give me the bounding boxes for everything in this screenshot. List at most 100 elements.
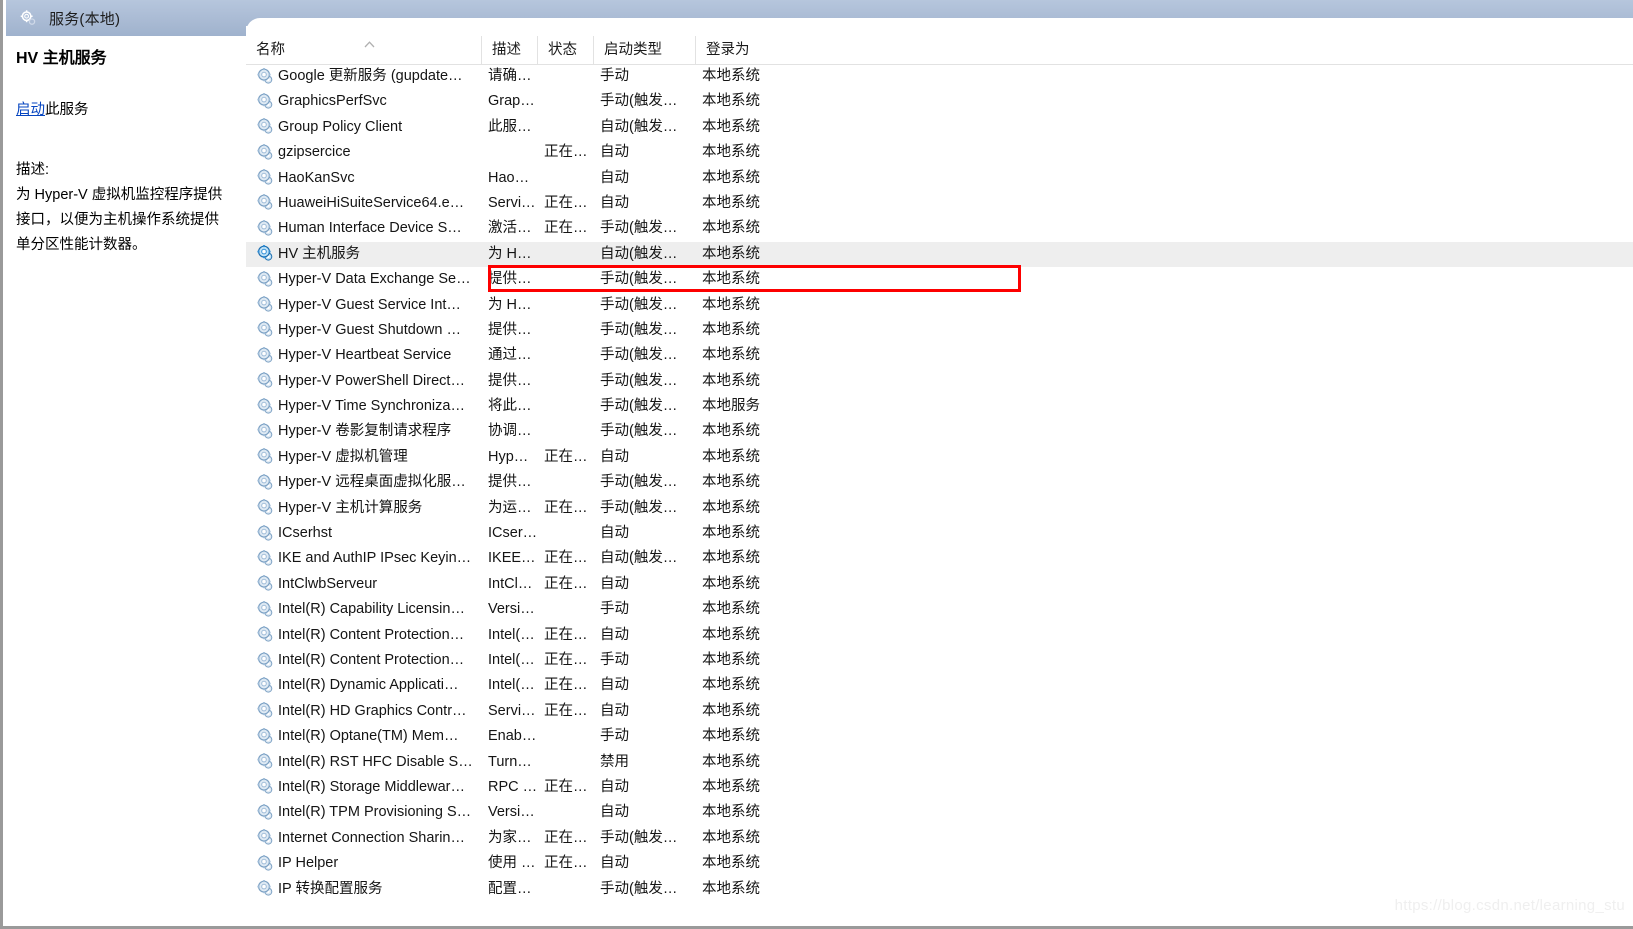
- services-list-pane: 名称 描述 状态 启动类型 登录为 Google 更新服务 (gupdate… 请…: [246, 26, 1633, 926]
- cell-service-name: Hyper-V Guest Shutdown …: [246, 318, 481, 343]
- cell-startup-type: 手动: [600, 601, 629, 618]
- table-row[interactable]: Intel(R) RST HFC Disable S… Turn… 禁用 本地系统: [246, 750, 1633, 775]
- cell-startup-type: 自动(触发…: [600, 550, 678, 567]
- cell-startup-type: 手动: [600, 651, 629, 668]
- cell-startup-type: 手动(触发…: [600, 423, 678, 440]
- table-row[interactable]: Intel(R) Storage Middlewar… RPC … 正在… 自动 本地系…: [246, 775, 1633, 800]
- cell-logon-as: 本地系统: [702, 347, 760, 364]
- table-row[interactable]: Intel(R) Capability Licensin… Versi… 手动 本地系…: [246, 597, 1633, 622]
- table-row[interactable]: Hyper-V Heartbeat Service 通过… 手动(触发… 本地系统: [246, 343, 1633, 368]
- cell-service-name: Intel(R) RST HFC Disable S…: [246, 750, 481, 775]
- table-row[interactable]: Hyper-V Time Synchroniza… 将此… 手动(触发… 本地服务: [246, 394, 1633, 419]
- table-row[interactable]: Hyper-V Guest Service Int… 为 H… 手动(触发… 本地系统: [246, 293, 1633, 318]
- cell-description: 提供…: [488, 474, 532, 491]
- table-row[interactable]: ICserhst ICser… 自动 本地系统: [246, 521, 1633, 546]
- table-row[interactable]: Hyper-V PowerShell Direct… 提供… 手动(触发… 本地系统: [246, 369, 1633, 394]
- table-row[interactable]: GraphicsPerfSvc Grap… 手动(触发… 本地系统: [246, 89, 1633, 114]
- start-service-link[interactable]: 启动: [16, 102, 45, 118]
- cell-logon-as: 本地系统: [702, 245, 760, 262]
- cell-startup-type: 手动(触发…: [600, 880, 678, 897]
- table-row[interactable]: IP Helper 使用 … 正在… 自动 本地系统: [246, 851, 1633, 876]
- table-row[interactable]: HV 主机服务 为 H… 自动(触发… 本地系统: [246, 241, 1633, 268]
- service-gear-icon: [257, 727, 274, 745]
- cell-service-name: Hyper-V Guest Service Int…: [246, 293, 481, 318]
- table-row[interactable]: Intel(R) HD Graphics Contr… Servi… 正在… 自动 本地…: [246, 699, 1633, 724]
- cell-service-name: HuaweiHiSuiteService64.e…: [246, 191, 481, 216]
- table-row[interactable]: Human Interface Device S… 激活… 正在… 手动(触发… 本地系…: [246, 216, 1633, 241]
- table-row[interactable]: Hyper-V Guest Shutdown … 提供… 手动(触发… 本地系统: [246, 318, 1633, 343]
- cell-logon-as: 本地系统: [702, 169, 760, 186]
- table-row[interactable]: Hyper-V Data Exchange Se… 提供… 手动(触发… 本地系统: [246, 267, 1633, 292]
- table-row[interactable]: IKE and AuthIP IPsec Keyin… IKEE… 正在… 自动(触发…: [246, 546, 1633, 571]
- cell-service-name: HaoKanSvc: [246, 166, 481, 191]
- services-gear-icon: [18, 8, 38, 28]
- cell-startup-type: 手动: [600, 728, 629, 745]
- cell-status: 正在…: [544, 220, 588, 237]
- cell-startup-type: 自动: [600, 778, 629, 795]
- service-gear-icon: [257, 296, 274, 313]
- table-row[interactable]: Intel(R) Content Protection… Intel(… 正在… 手动…: [246, 648, 1633, 673]
- cell-startup-type: 手动(触发…: [600, 372, 678, 389]
- service-gear-icon: [257, 600, 274, 618]
- table-row[interactable]: Intel(R) Dynamic Applicati… Intel(… 正在… 自动 本…: [246, 673, 1633, 698]
- cell-startup-type: 自动: [600, 575, 629, 592]
- table-row[interactable]: Intel(R) Optane(TM) Mem… Enab… 手动 本地系统: [246, 724, 1633, 749]
- cell-startup-type: 手动(触发…: [600, 474, 678, 491]
- service-name-label: Intel(R) Capability Licensin…: [278, 601, 465, 618]
- table-row[interactable]: Hyper-V 卷影复制请求程序 协调… 手动(触发… 本地系统: [246, 419, 1633, 444]
- service-name-label: Hyper-V Guest Shutdown …: [278, 321, 461, 338]
- table-row[interactable]: Intel(R) Content Protection… Intel(… 正在… 自动…: [246, 623, 1633, 648]
- table-row[interactable]: Group Policy Client 此服… 自动(触发… 本地系统: [246, 115, 1633, 140]
- service-gear-icon: [257, 753, 274, 770]
- description-text: 为 Hyper-V 虚拟机监控程序提供接口，以便为主机操作系统提供单分区性能计数…: [16, 187, 223, 253]
- cell-description: Intel(…: [488, 651, 535, 668]
- cell-description: 使用 …: [488, 855, 536, 872]
- service-gear-icon: [257, 626, 274, 643]
- table-row[interactable]: Hyper-V 虚拟机管理 Hyp… 正在… 自动 本地系统: [246, 445, 1633, 470]
- cell-description: ICser…: [488, 525, 537, 542]
- service-gear-icon: [257, 118, 274, 135]
- cell-description: 为家…: [488, 829, 532, 846]
- cell-description: Turn…: [488, 753, 532, 770]
- column-header-description[interactable]: 描述: [481, 36, 537, 64]
- cell-status: 正在…: [544, 550, 588, 567]
- table-row[interactable]: Google 更新服务 (gupdate… 请确… 手动 本地系统: [246, 64, 1633, 89]
- table-row[interactable]: Hyper-V 主机计算服务 为运… 正在… 手动(触发… 本地系统: [246, 496, 1633, 521]
- column-header-status[interactable]: 状态: [537, 36, 593, 64]
- service-name-label: IP 转换配置服务: [278, 880, 383, 897]
- table-row[interactable]: Internet Connection Sharin… 为家… 正在… 手动(触发… 本…: [246, 826, 1633, 851]
- table-row[interactable]: gzipsercice 正在… 自动 本地系统: [246, 140, 1633, 165]
- column-header-startup-type[interactable]: 启动类型: [593, 36, 695, 64]
- service-name-label: Hyper-V 虚拟机管理: [278, 448, 408, 465]
- column-header-logon-as[interactable]: 登录为: [695, 36, 785, 64]
- cell-startup-type: 自动: [600, 855, 629, 872]
- cell-service-name: Intel(R) HD Graphics Contr…: [246, 699, 481, 724]
- chevron-up-icon: [364, 41, 375, 48]
- cell-description: 为运…: [488, 499, 532, 516]
- cell-service-name: Hyper-V 主机计算服务: [246, 496, 481, 521]
- cell-status: [537, 597, 593, 622]
- table-row[interactable]: Hyper-V 远程桌面虚拟化服… 提供… 手动(触发… 本地系统: [246, 470, 1633, 495]
- services-list-body[interactable]: Google 更新服务 (gupdate… 请确… 手动 本地系统 GraphicsPe…: [246, 64, 1633, 926]
- start-service-suffix: 此服务: [45, 102, 89, 118]
- service-gear-icon: [257, 499, 274, 516]
- table-row[interactable]: IntClwbServeur IntCl… 正在… 自动 本地系统: [246, 572, 1633, 597]
- table-row[interactable]: HuaweiHiSuiteService64.e… Servi… 正在… 自动 本地系统: [246, 191, 1633, 216]
- cell-logon-as: 本地系统: [702, 829, 760, 846]
- cell-startup-type: 手动(触发…: [600, 271, 678, 288]
- service-gear-icon: [257, 372, 274, 389]
- cell-description: 提供…: [488, 321, 532, 338]
- service-gear-icon: [257, 448, 274, 465]
- cell-service-name: Intel(R) Dynamic Applicati…: [246, 673, 481, 698]
- table-row[interactable]: HaoKanSvc Hao… 自动 本地系统: [246, 166, 1633, 191]
- cell-status: [537, 800, 593, 825]
- cell-description: Servi…: [488, 194, 536, 211]
- cell-startup-type: 手动(触发…: [600, 296, 678, 313]
- service-gear-icon: [257, 321, 274, 338]
- cell-startup-type: 自动: [600, 194, 629, 211]
- cell-status: [537, 89, 593, 114]
- service-gear-icon: [257, 880, 274, 897]
- cell-description: Intel(…: [488, 626, 535, 643]
- window-title: 服务(本地): [49, 10, 121, 28]
- table-row[interactable]: Intel(R) TPM Provisioning S… Versi… 自动 本地系统: [246, 800, 1633, 825]
